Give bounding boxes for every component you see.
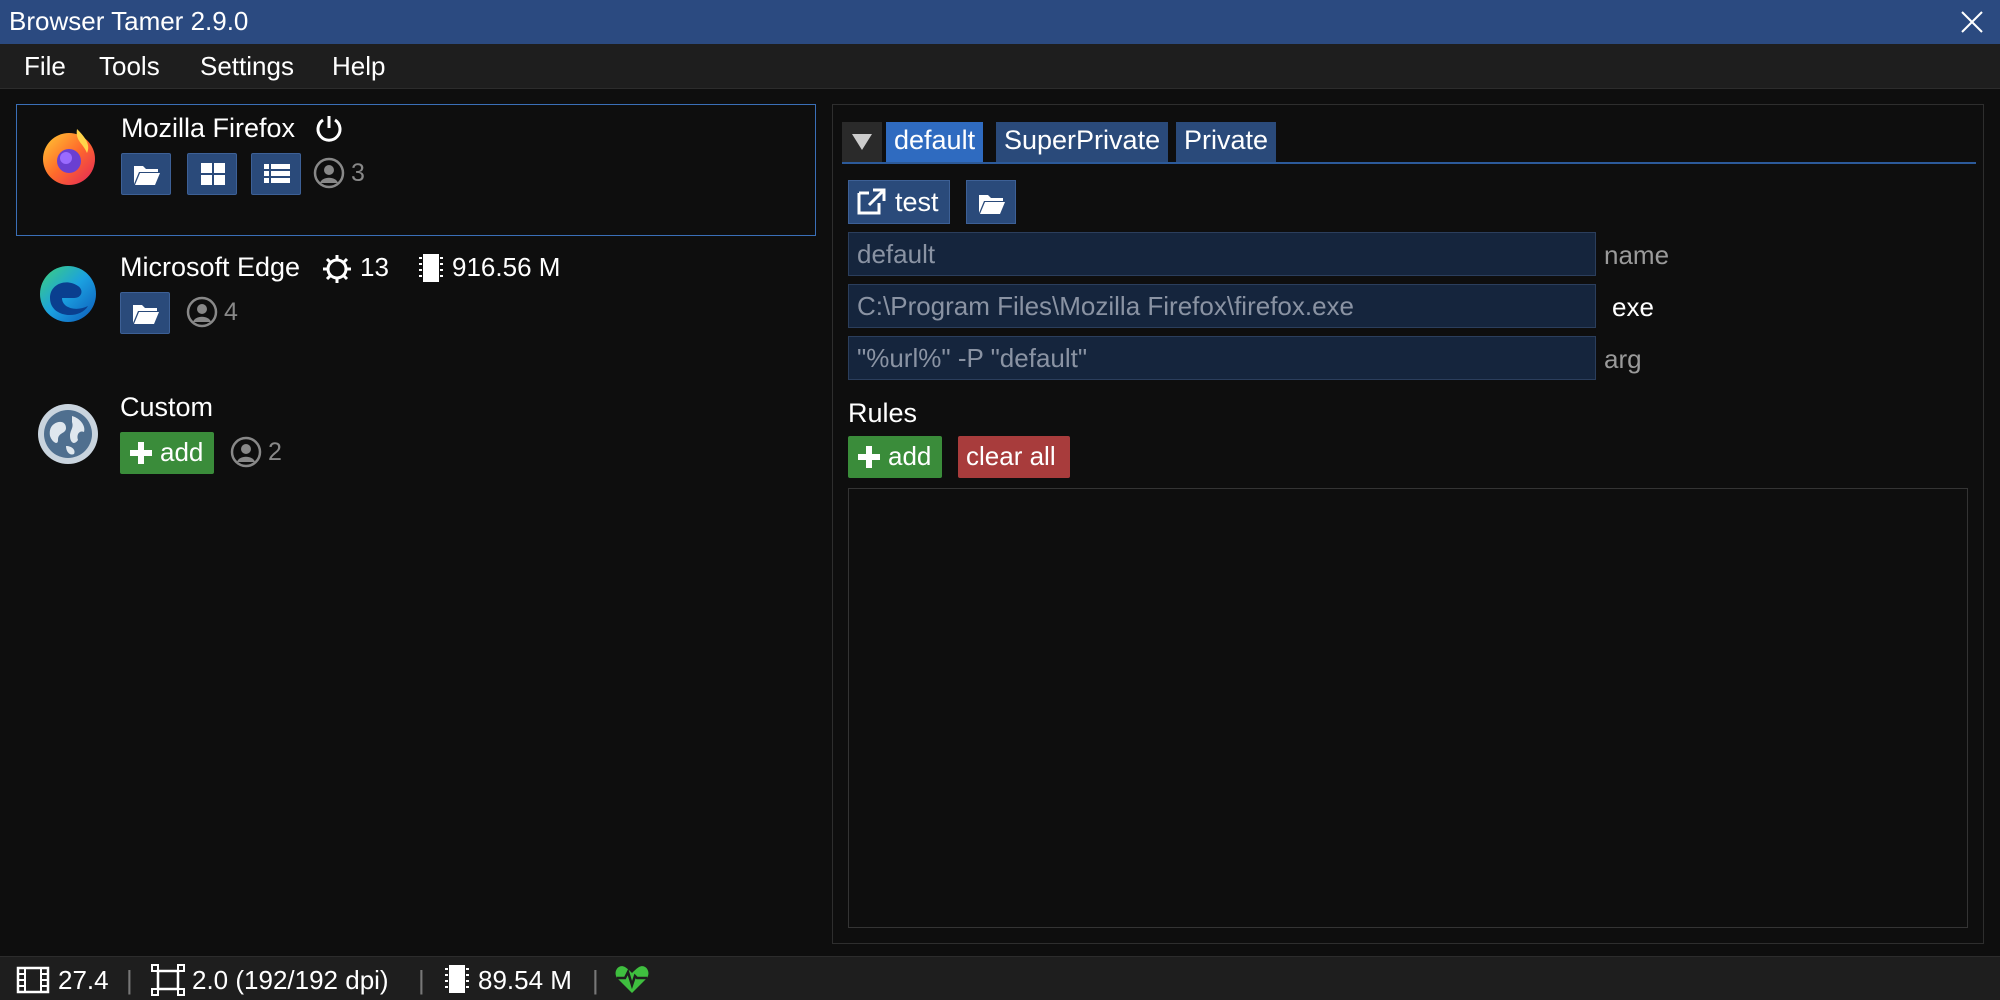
list-view-button[interactable] bbox=[251, 153, 301, 195]
user-profile-icon bbox=[186, 296, 218, 328]
add-rule-button[interactable]: add bbox=[848, 436, 942, 478]
window-title: Browser Tamer 2.9.0 bbox=[9, 6, 249, 36]
list-icon bbox=[264, 164, 290, 183]
test-button[interactable]: test bbox=[848, 180, 950, 224]
open-profile-folder-button[interactable] bbox=[966, 180, 1016, 224]
profile-count: 2 bbox=[268, 438, 282, 466]
menu-settings[interactable]: Settings bbox=[200, 51, 294, 82]
menu-tools[interactable]: Tools bbox=[99, 51, 160, 82]
browser-name: Custom bbox=[120, 392, 214, 422]
tab-superprivate[interactable]: SuperPrivate bbox=[996, 122, 1169, 162]
status-bar: 27.4 | 2.0 (192/192 dpi) | 89.54 M | bbox=[0, 956, 2000, 1000]
profile-count: 4 bbox=[224, 298, 238, 326]
memory-usage: 916.56 M bbox=[452, 252, 561, 282]
add-label: add bbox=[160, 437, 204, 467]
exe-label[interactable]: exe bbox=[1612, 292, 1654, 323]
tab-underline bbox=[842, 162, 1976, 164]
grid-icon bbox=[201, 163, 225, 185]
user-profile-icon bbox=[230, 436, 262, 468]
browser-card-edge[interactable]: Microsoft Edge 13 916.56 M 4 bbox=[16, 244, 816, 376]
edge-logo-icon bbox=[40, 266, 96, 322]
profile-count: 3 bbox=[351, 159, 365, 187]
menu-help[interactable]: Help bbox=[332, 51, 385, 82]
plus-icon bbox=[130, 442, 152, 464]
open-folder-button[interactable] bbox=[120, 292, 170, 334]
browser-name: Mozilla Firefox bbox=[121, 113, 296, 143]
tab-private[interactable]: Private bbox=[1176, 122, 1277, 162]
browser-card-firefox[interactable]: Mozilla Firefox 3 bbox=[16, 104, 816, 236]
title-bar: Browser Tamer 2.9.0 bbox=[0, 0, 2000, 44]
rules-list[interactable] bbox=[848, 488, 1968, 928]
triangle-down-icon bbox=[852, 134, 872, 150]
clear-all-label: clear all bbox=[966, 441, 1056, 471]
status-separator: | bbox=[592, 965, 599, 995]
plus-icon bbox=[858, 446, 880, 468]
browser-name: Microsoft Edge bbox=[120, 252, 301, 282]
clear-all-button[interactable]: clear all bbox=[958, 436, 1070, 478]
profile-name-field[interactable] bbox=[848, 232, 1596, 276]
test-label: test bbox=[895, 187, 939, 217]
menu-bar: File Tools Settings Help bbox=[0, 44, 2000, 89]
status-separator: | bbox=[126, 965, 133, 995]
external-link-icon bbox=[857, 188, 886, 215]
process-count: 13 bbox=[360, 252, 389, 282]
scale-frame-icon bbox=[151, 964, 185, 996]
globe-icon bbox=[38, 404, 98, 464]
collapse-tabs-button[interactable] bbox=[842, 122, 882, 162]
folder-open-icon bbox=[979, 195, 1005, 214]
arg-label: arg bbox=[1604, 344, 1642, 374]
browser-card-custom[interactable]: Custom add 2 bbox=[16, 384, 816, 516]
menu-file[interactable]: File bbox=[24, 51, 66, 82]
close-icon[interactable] bbox=[1958, 8, 1986, 36]
add-custom-browser-button[interactable]: add bbox=[120, 432, 214, 474]
firefox-logo-icon bbox=[43, 129, 95, 185]
heartbeat-icon[interactable] bbox=[614, 963, 650, 995]
open-folder-button[interactable] bbox=[121, 153, 171, 195]
add-rule-label: add bbox=[888, 441, 932, 471]
scale-value: 2.0 (192/192 dpi) bbox=[192, 965, 389, 995]
arguments-field[interactable] bbox=[848, 336, 1596, 380]
power-icon[interactable] bbox=[313, 113, 345, 145]
user-profile-icon bbox=[313, 157, 345, 189]
status-separator: | bbox=[418, 965, 425, 995]
memory-chip-icon bbox=[445, 965, 469, 993]
folder-open-icon bbox=[133, 305, 159, 324]
folder-open-icon bbox=[134, 166, 160, 185]
memory-value: 89.54 M bbox=[478, 965, 572, 995]
rules-title: Rules bbox=[848, 398, 918, 428]
gear-icon bbox=[323, 255, 351, 283]
fps-value: 27.4 bbox=[58, 965, 109, 995]
film-frame-icon bbox=[16, 966, 50, 994]
memory-chip-icon bbox=[419, 254, 443, 282]
tab-default[interactable]: default bbox=[886, 122, 984, 162]
grid-view-button[interactable] bbox=[187, 153, 237, 195]
exe-path-field[interactable] bbox=[848, 284, 1596, 328]
name-label: name bbox=[1604, 240, 1670, 270]
